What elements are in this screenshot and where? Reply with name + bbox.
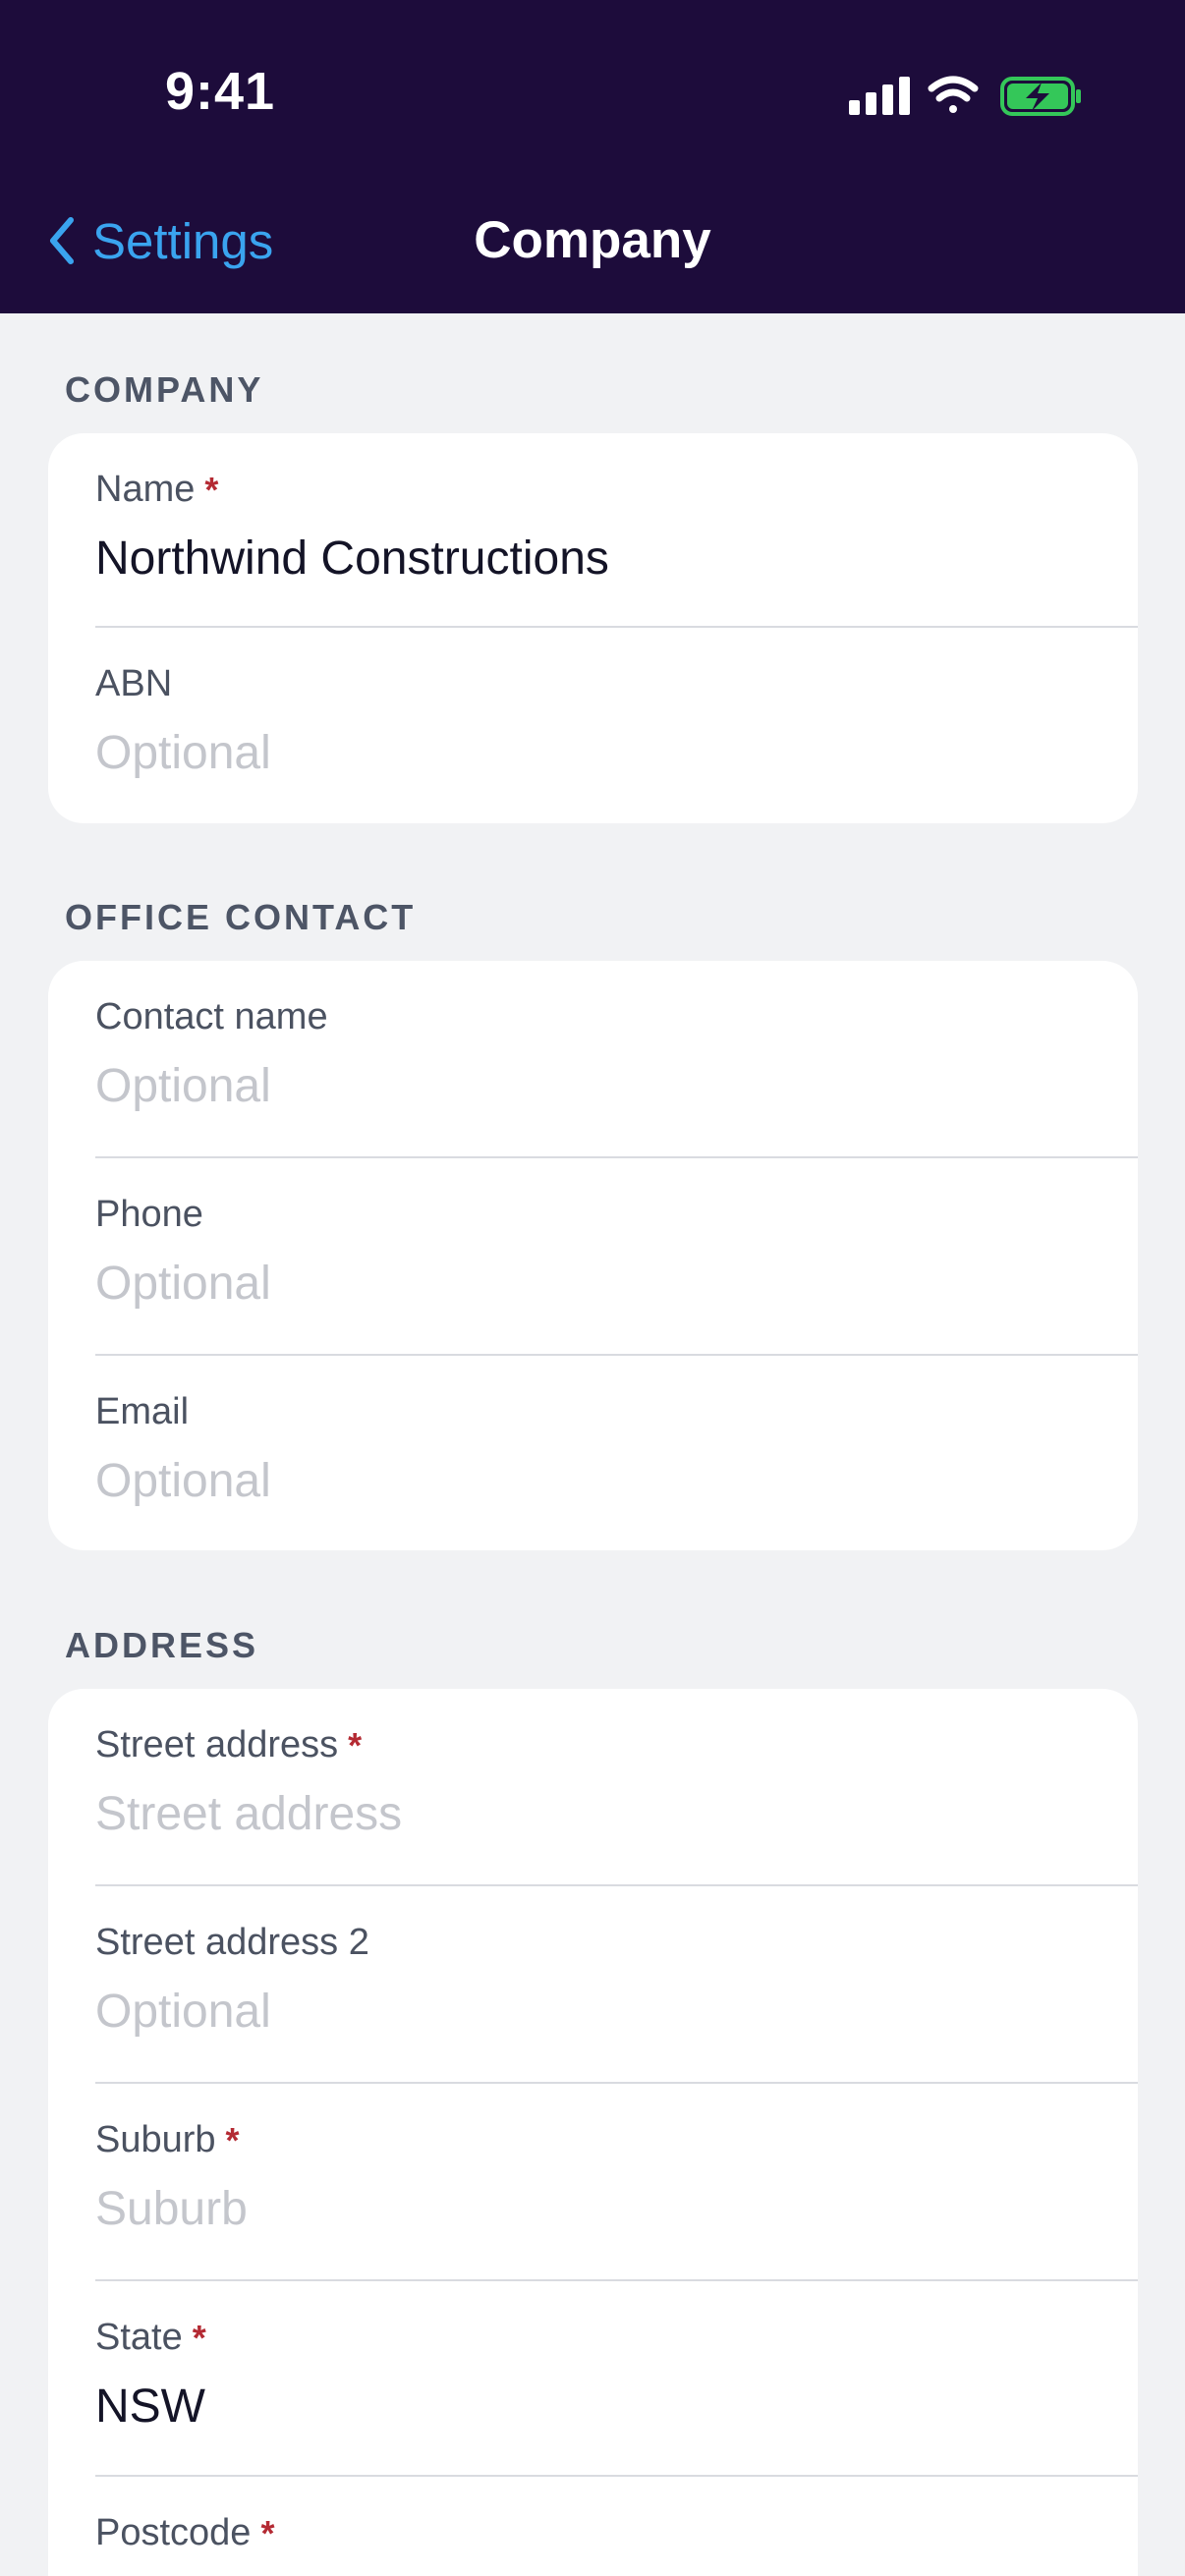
section-header-office-contact: OFFICE CONTACT	[65, 897, 417, 937]
office-contact-card: Contact name Optional Phone Optional Ema…	[48, 961, 1138, 1550]
section-header-address: ADDRESS	[65, 1625, 259, 1665]
street-address-2-input[interactable]: Optional	[95, 1985, 271, 2039]
wifi-icon	[928, 76, 979, 113]
cellular-signal-icon	[849, 77, 910, 115]
state-field-label: State *	[95, 2317, 206, 2358]
required-marker: *	[225, 2119, 240, 2160]
contact-name-field[interactable]: Contact name Optional	[48, 961, 1138, 1157]
postcode-field[interactable]: Postcode *	[48, 2477, 1138, 2576]
state-field[interactable]: State * NSW	[48, 2281, 1138, 2478]
email-input[interactable]: Optional	[95, 1454, 271, 1508]
street-address-2-field-label: Street address 2	[95, 1922, 369, 1963]
postcode-field-label: Postcode *	[95, 2512, 275, 2553]
abn-field-label: ABN	[95, 663, 173, 704]
status-time: 9:41	[165, 62, 276, 121]
suburb-field-label: Suburb *	[95, 2119, 240, 2160]
abn-field[interactable]: ABN Optional	[48, 628, 1138, 823]
status-icons	[849, 76, 1081, 116]
nav-bar: 9:41 Settings Company	[0, 0, 1185, 313]
phone-input[interactable]: Optional	[95, 1257, 271, 1311]
suburb-input[interactable]: Suburb	[95, 2182, 248, 2236]
suburb-field[interactable]: Suburb * Suburb	[48, 2084, 1138, 2280]
street-address-2-field[interactable]: Street address 2 Optional	[48, 1886, 1138, 2083]
address-card: Street address * Street address Street a…	[48, 1689, 1138, 2576]
phone-field-label: Phone	[95, 1194, 203, 1235]
street-address-field-label: Street address *	[95, 1724, 363, 1765]
name-input[interactable]: Northwind Constructions	[95, 532, 609, 586]
email-field-label: Email	[95, 1391, 190, 1432]
phone-field[interactable]: Phone Optional	[48, 1158, 1138, 1355]
street-address-input[interactable]: Street address	[95, 1787, 402, 1841]
required-marker: *	[192, 2317, 206, 2358]
email-field[interactable]: Email Optional	[48, 1356, 1138, 1550]
street-address-field[interactable]: Street address * Street address	[48, 1689, 1138, 1885]
contact-name-field-label: Contact name	[95, 996, 328, 1037]
battery-charging-icon	[1000, 77, 1081, 116]
section-header-company: COMPANY	[65, 369, 264, 410]
required-marker: *	[204, 469, 219, 510]
company-card: Name * Northwind Constructions ABN Optio…	[48, 433, 1138, 823]
name-field-label: Name *	[95, 469, 219, 510]
state-input[interactable]: NSW	[95, 2380, 205, 2434]
name-field[interactable]: Name * Northwind Constructions	[48, 433, 1138, 630]
page-title: Company	[474, 211, 711, 269]
required-marker: *	[260, 2512, 275, 2553]
abn-input[interactable]: Optional	[95, 726, 271, 780]
contact-name-input[interactable]: Optional	[95, 1059, 271, 1113]
required-marker: *	[348, 1724, 363, 1765]
